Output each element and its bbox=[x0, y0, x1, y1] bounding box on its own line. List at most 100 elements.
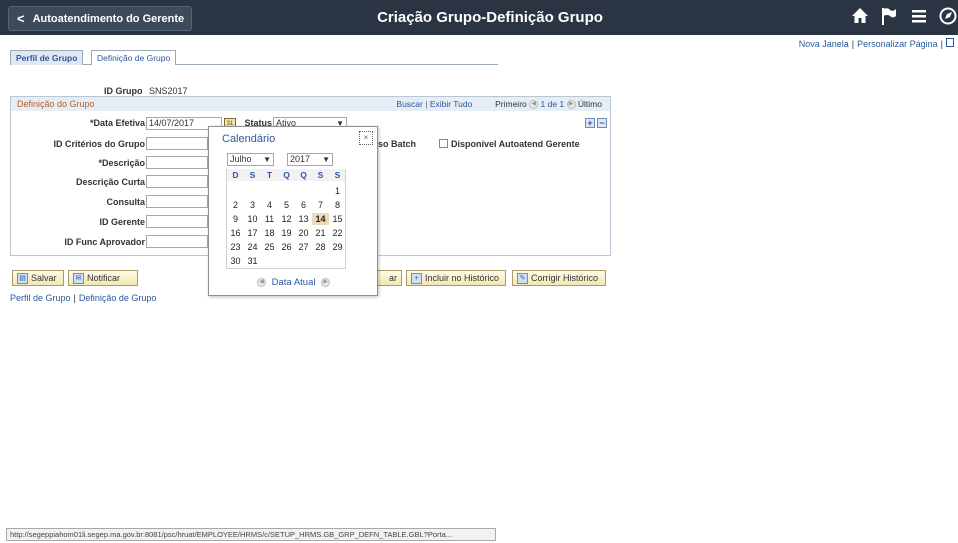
criterios-input[interactable] bbox=[146, 137, 208, 150]
disponivel-checkbox[interactable] bbox=[439, 139, 448, 148]
calendar-day[interactable]: 9 bbox=[227, 213, 244, 225]
month-select[interactable]: Julho ▼ bbox=[227, 153, 274, 166]
calendar-day[interactable]: 1 bbox=[329, 185, 346, 197]
close-icon[interactable]: × bbox=[359, 131, 373, 145]
func-aprovador-input[interactable] bbox=[146, 235, 208, 248]
calendar-day[interactable]: 3 bbox=[244, 199, 261, 211]
data-atual-link[interactable]: Data Atual bbox=[272, 277, 316, 288]
top-header-bar: < Autoatendimento do Gerente Criação Gru… bbox=[0, 0, 958, 35]
personalize-page-link[interactable]: Personalizar Página bbox=[857, 39, 938, 49]
weekday-header: S bbox=[334, 170, 341, 180]
calendar-day[interactable]: 16 bbox=[227, 227, 244, 239]
chevron-down-icon: ▼ bbox=[263, 155, 271, 164]
primeiro-label: Primeiro bbox=[495, 99, 527, 109]
bottom-link-definicao[interactable]: Definição de Grupo bbox=[79, 293, 157, 303]
include-history-button[interactable]: + Incluir no Histórico bbox=[406, 270, 506, 286]
calendar-day[interactable]: 18 bbox=[261, 227, 278, 239]
correct-history-button[interactable]: ✎ Corrigir Histórico bbox=[512, 270, 606, 286]
tab-perfil-de-grupo[interactable]: Perfil de Grupo bbox=[10, 50, 84, 65]
chevron-down-icon: ▼ bbox=[322, 155, 330, 164]
year-select[interactable]: 2017 ▼ bbox=[287, 153, 333, 166]
home-icon[interactable] bbox=[850, 6, 870, 32]
include-history-label: Incluir no Histórico bbox=[425, 273, 500, 283]
id-grupo-value: SNS2017 bbox=[149, 86, 188, 96]
calendar-day[interactable]: 30 bbox=[227, 255, 244, 267]
ultimo-label: Último bbox=[577, 99, 602, 109]
help-icon[interactable] bbox=[946, 38, 954, 47]
weekday-header: S bbox=[317, 170, 324, 180]
calendar-day[interactable]: 7 bbox=[312, 199, 329, 211]
calendar-day[interactable]: 27 bbox=[295, 241, 312, 253]
data-atual-nav: ◀ Data Atual ▶ bbox=[257, 277, 331, 288]
desc-curta-input[interactable] bbox=[146, 175, 208, 188]
calendar-day[interactable]: 25 bbox=[261, 241, 278, 253]
exibir-tudo-link[interactable]: Exibir Tudo bbox=[430, 99, 473, 109]
gerente-label: ID Gerente bbox=[99, 217, 145, 227]
calendar-day[interactable]: 26 bbox=[278, 241, 295, 253]
desc-curta-label: Descrição Curta bbox=[75, 177, 145, 187]
calendar-day[interactable]: 13 bbox=[295, 213, 312, 225]
notify-button[interactable]: ✉ Notificar bbox=[68, 270, 138, 286]
section-title: Definição do Grupo bbox=[17, 99, 95, 109]
envelope-icon: ✉ bbox=[73, 272, 84, 284]
calendar-popup: Calendário × Julho ▼ 2017 ▼ DSTQQSS12345… bbox=[208, 126, 378, 296]
menu-icon[interactable] bbox=[910, 6, 928, 32]
tab-definicao-de-grupo[interactable]: Definição de Grupo bbox=[91, 50, 177, 65]
calendar-day[interactable]: 28 bbox=[312, 241, 329, 253]
utility-links: Nova Janela | Personalizar Página | bbox=[799, 38, 954, 49]
correct-history-label: Corrigir Histórico bbox=[531, 273, 599, 283]
consulta-label: Consulta bbox=[106, 197, 145, 207]
calendar-day[interactable]: 12 bbox=[278, 213, 295, 225]
next-arrow-icon[interactable]: ▶ bbox=[566, 100, 576, 110]
id-grupo-label: ID Grupo bbox=[104, 86, 143, 96]
section-header: Definição do Grupo Buscar | Exibir Tudo … bbox=[11, 97, 610, 111]
new-window-link[interactable]: Nova Janela bbox=[799, 39, 849, 49]
calendar-day[interactable]: 21 bbox=[312, 227, 329, 239]
calendar-day[interactable]: 31 bbox=[244, 255, 261, 267]
calendar-day[interactable]: 10 bbox=[244, 213, 261, 225]
add-row-button[interactable]: + bbox=[585, 118, 595, 128]
prev-arrow-icon[interactable]: ◀ bbox=[529, 100, 539, 110]
correct-history-icon: ✎ bbox=[517, 272, 528, 284]
calendar-day[interactable]: 6 bbox=[295, 199, 312, 211]
weekday-header: S bbox=[249, 170, 256, 180]
flag-icon[interactable] bbox=[880, 6, 898, 32]
calendar-day[interactable]: 29 bbox=[329, 241, 346, 253]
calendar-day[interactable]: 11 bbox=[261, 213, 278, 225]
bottom-links: Perfil de Grupo | Definição de Grupo bbox=[10, 293, 157, 303]
calendar-day[interactable]: 20 bbox=[295, 227, 312, 239]
calendar-day[interactable]: 24 bbox=[244, 241, 261, 253]
bottom-link-perfil[interactable]: Perfil de Grupo bbox=[10, 293, 71, 303]
calendar-day[interactable]: 17 bbox=[244, 227, 261, 239]
consulta-input[interactable] bbox=[146, 195, 208, 208]
func-aprovador-label: ID Func Aprovador bbox=[64, 237, 145, 247]
section-nav: Buscar | Exibir Tudo Primeiro ◀ 1 de 1 ▶… bbox=[396, 99, 602, 110]
calendar-day[interactable]: 15 bbox=[329, 213, 346, 225]
descricao-input[interactable] bbox=[146, 156, 208, 169]
save-button[interactable]: ▤ Salvar bbox=[12, 270, 64, 286]
calendar-day[interactable]: 19 bbox=[278, 227, 295, 239]
save-icon: ▤ bbox=[17, 272, 28, 284]
remove-row-button[interactable]: − bbox=[597, 118, 607, 128]
page-title: Criação Grupo-Definição Grupo bbox=[377, 9, 603, 26]
prev-month-icon[interactable]: ◀ bbox=[257, 277, 266, 287]
browser-status-bar: http://segeppiahom01li.segep.ma.gov.br:8… bbox=[6, 528, 496, 541]
calendar-day[interactable]: 2 bbox=[227, 199, 244, 211]
weekday-header: D bbox=[232, 170, 239, 180]
data-efetiva-label: *Data Efetiva bbox=[89, 118, 145, 128]
calendar-day[interactable]: 4 bbox=[261, 199, 278, 211]
navbar-icon[interactable] bbox=[938, 6, 958, 32]
calendar-day[interactable]: 5 bbox=[278, 199, 295, 211]
next-month-icon[interactable]: ▶ bbox=[321, 277, 331, 287]
weekday-header: Q bbox=[300, 170, 307, 180]
gerente-input[interactable] bbox=[146, 215, 208, 228]
tab-definicao-label: Definição de Grupo bbox=[97, 53, 171, 63]
calendar-day[interactable]: 22 bbox=[329, 227, 346, 239]
buscar-link[interactable]: Buscar bbox=[396, 99, 422, 109]
calendar-day[interactable]: 8 bbox=[329, 199, 346, 211]
notify-button-label: Notificar bbox=[87, 273, 121, 283]
disponivel-label: Disponível Autoatend Gerente bbox=[451, 139, 580, 149]
descricao-label: *Descrição bbox=[98, 158, 145, 168]
calendar-day[interactable]: 14 bbox=[312, 213, 329, 225]
calendar-day[interactable]: 23 bbox=[227, 241, 244, 253]
